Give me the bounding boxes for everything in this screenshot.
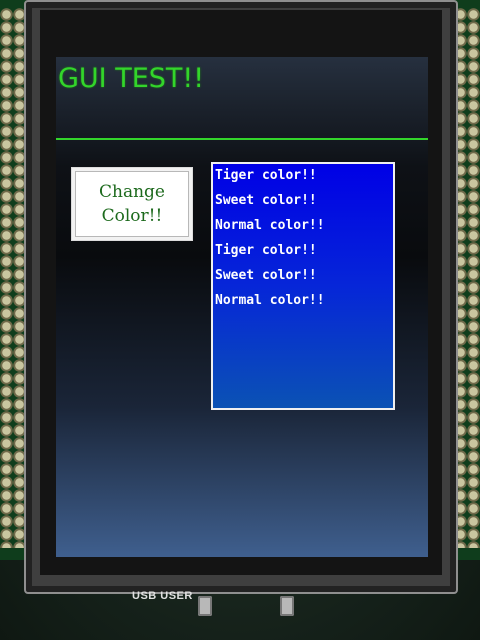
title-divider bbox=[56, 138, 428, 140]
tactile-switch bbox=[198, 596, 212, 616]
usb-user-label: USB USER bbox=[132, 590, 193, 602]
change-color-button[interactable]: Change Color!! bbox=[71, 167, 193, 241]
pin-header-left bbox=[0, 0, 26, 560]
list-item[interactable]: Tiger color!! bbox=[215, 166, 391, 191]
list-item[interactable]: Sweet color!! bbox=[215, 266, 391, 291]
list-item[interactable]: Normal color!! bbox=[215, 291, 391, 316]
list-item[interactable]: Tiger color!! bbox=[215, 241, 391, 266]
lcd-screen: GUI TEST!! Change Color!! Tiger color!! … bbox=[56, 57, 428, 557]
screen-title: GUI TEST!! bbox=[58, 63, 205, 94]
pin-header-pins bbox=[0, 8, 26, 548]
color-listbox[interactable]: Tiger color!! Sweet color!! Normal color… bbox=[211, 162, 395, 410]
list-item[interactable]: Normal color!! bbox=[215, 216, 391, 241]
change-color-button-label: Change Color!! bbox=[99, 182, 165, 226]
list-item[interactable]: Sweet color!! bbox=[215, 191, 391, 216]
tactile-switch bbox=[280, 596, 294, 616]
